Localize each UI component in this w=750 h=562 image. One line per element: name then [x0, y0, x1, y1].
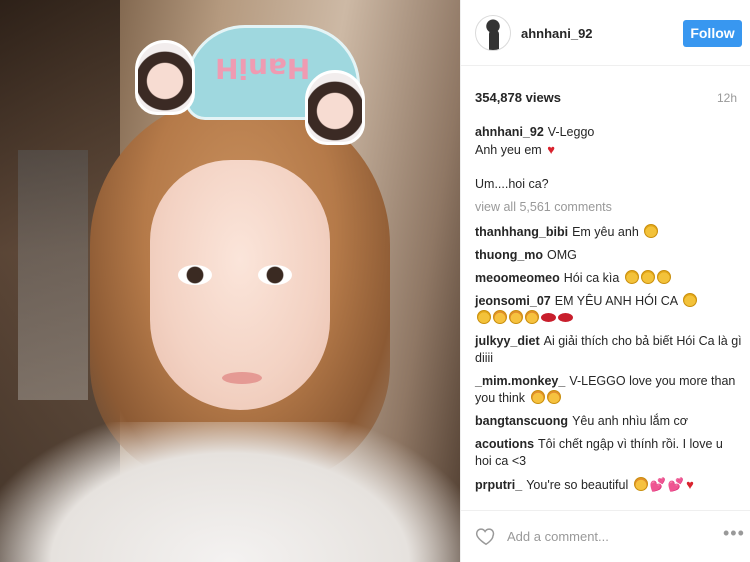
caption: ahnhani_92 V-Leggo Anh yeu em ♥ Um....hoi… — [475, 124, 743, 193]
comment-item: bangtanscuong Yêu anh nhìu lắm cơ — [475, 413, 743, 430]
comment-text: Yêu anh nhìu lắm cơ — [572, 414, 688, 428]
comment-text: OMG — [547, 248, 577, 262]
comment-item: jeonsomi_07 EM YÊU ANH HÓI CA — [475, 293, 743, 327]
comment-item: prputri_ You're so beautiful 💕 💕 ♥ — [475, 476, 743, 494]
post-username[interactable]: ahnhani_92 — [521, 26, 593, 41]
comment-text: You're so beautiful — [526, 478, 629, 492]
grin-emoji-icon — [640, 270, 655, 284]
heart-eyes-emoji-icon — [633, 477, 648, 491]
caption-line1: V-Leggo — [547, 125, 595, 139]
caption-line2: Anh yeu em — [475, 143, 542, 157]
comment-username[interactable]: thuong_mo — [475, 248, 543, 262]
hearts-icon: 💕 — [649, 477, 666, 492]
heart-like-icon[interactable] — [475, 525, 497, 547]
photo-headband-text: HaniH — [215, 52, 311, 85]
comment-item: thanhhang_bibi Em yêu anh — [475, 224, 743, 241]
kiss-emoji-icon — [493, 310, 507, 324]
photo-sticker-left — [135, 40, 195, 115]
comment-item: julkyy_diet Ai giải thích cho bả biết Hói… — [475, 333, 743, 367]
comment-username[interactable]: jeonsomi_07 — [475, 294, 551, 308]
comments-list: ahnhani_92 V-Leggo Anh yeu em ♥ Um....hoi… — [475, 124, 743, 500]
comment-item: _mim.monkey_ V-LEGGO love you more than y… — [475, 373, 743, 407]
photo-background-window — [18, 150, 88, 400]
comment-username[interactable]: _mim.monkey_ — [475, 374, 565, 388]
comment-item: thuong_mo OMG — [475, 247, 743, 264]
heart-icon: ♥ — [547, 142, 555, 157]
comment-username[interactable]: prputri_ — [475, 478, 522, 492]
comment-item: acoutions Tôi chết ngập vì thính rồi. I l… — [475, 436, 743, 470]
grin-emoji-icon — [477, 310, 491, 324]
more-options-icon[interactable]: ••• — [723, 523, 745, 544]
view-all-comments-link[interactable]: view all 5,561 comments — [475, 199, 743, 216]
comment-text: Hói ca kìa — [563, 271, 620, 285]
comment-username[interactable]: thanhhang_bibi — [475, 225, 568, 239]
follow-button[interactable]: Follow — [683, 20, 742, 47]
lips-emoji-icon — [558, 313, 573, 322]
post-header: ahnhani_92 Follow — [461, 0, 750, 66]
kiss-emoji-icon — [530, 390, 545, 404]
photo-lips — [222, 372, 262, 384]
add-comment-input[interactable]: Add a comment... — [507, 529, 609, 544]
view-count: 354,878 views — [475, 90, 562, 105]
lips-emoji-icon — [541, 313, 556, 322]
heart-icon: ♥ — [686, 477, 694, 492]
caption-username[interactable]: ahnhani_92 — [475, 125, 544, 139]
avatar[interactable] — [475, 15, 511, 51]
grin-emoji-icon — [644, 224, 659, 238]
grin-emoji-icon — [682, 293, 697, 307]
post-photo[interactable]: HaniH — [0, 0, 460, 562]
kiss-emoji-icon — [509, 310, 523, 324]
comment-username[interactable]: bangtanscuong — [475, 414, 568, 428]
photo-left-eye — [178, 265, 212, 285]
photo-right-eye — [258, 265, 292, 285]
comment-username[interactable]: meoomeomeo — [475, 271, 560, 285]
post-meta: 354,878 views 12h — [475, 88, 737, 108]
post-side-panel: ahnhani_92 Follow 354,878 views 12h ahnh… — [460, 0, 750, 562]
photo-sticker-right — [305, 70, 365, 145]
comment-text: Em yêu anh — [572, 225, 639, 239]
grin-emoji-icon — [624, 270, 639, 284]
heart-eyes-emoji-icon — [546, 390, 561, 404]
post-timestamp[interactable]: 12h — [717, 91, 737, 105]
kiss-emoji-icon — [525, 310, 539, 324]
caption-line3: Um....hoi ca? — [475, 177, 549, 191]
grin-emoji-icon — [656, 270, 671, 284]
hearts-icon: 💕 — [667, 477, 685, 492]
comment-username[interactable]: julkyy_diet — [475, 334, 540, 348]
comment-item: meoomeomeo Hói ca kìa — [475, 270, 743, 287]
comment-text: EM YÊU ANH HÓI CA — [554, 294, 678, 308]
comment-footer: Add a comment... ••• — [461, 510, 750, 562]
photo-shirt — [0, 422, 460, 562]
comment-username[interactable]: acoutions — [475, 437, 534, 451]
